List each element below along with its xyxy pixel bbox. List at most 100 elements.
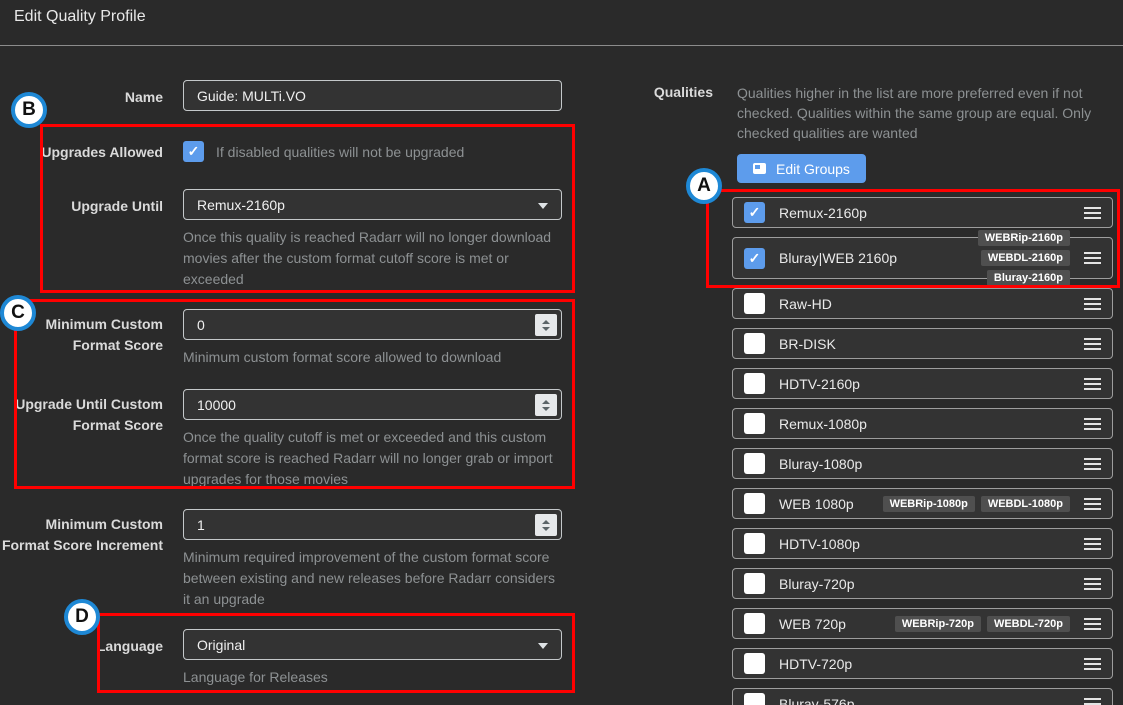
- min-increment-help: Minimum required improvement of the cust…: [183, 549, 555, 607]
- quality-checkbox[interactable]: [744, 333, 765, 354]
- quality-checkbox[interactable]: [744, 373, 765, 394]
- quality-list-item: BR-DISK: [732, 328, 1113, 359]
- until-format-score-input[interactable]: [183, 389, 562, 420]
- spinner-down-icon[interactable]: [542, 526, 550, 531]
- quality-badges: WEBRip-1080p WEBDL-1080p: [882, 495, 1070, 512]
- quality-badge: WEBRip-2160p: [977, 230, 1070, 246]
- quality-name: Bluray-720p: [779, 575, 855, 592]
- spinner-up-icon[interactable]: [542, 519, 550, 524]
- quality-name: Bluray-1080p: [779, 455, 863, 472]
- annotation-label-a: A: [686, 168, 722, 204]
- quality-name: WEB 720p: [779, 615, 846, 632]
- quality-checkbox[interactable]: ✓: [744, 247, 765, 269]
- quality-name: Remux-2160p: [779, 204, 867, 221]
- form-row-upgrade-until: Upgrade Until Remux-2160p Once this qual…: [0, 189, 562, 290]
- min-format-score-help: Minimum custom format score allowed to d…: [183, 349, 502, 365]
- upgrade-until-help: Once this quality is reached Radarr will…: [183, 229, 552, 287]
- quality-checkbox[interactable]: [744, 653, 765, 674]
- quality-name: HDTV-720p: [779, 655, 853, 672]
- quality-list-item: ✓ Bluray|WEB 2160p WEBRip-2160p WEBDL-216…: [732, 230, 1113, 286]
- form-row-min-increment: Minimum Custom Format Score Increment Mi…: [0, 509, 562, 610]
- dialog-title: Edit Quality Profile: [14, 8, 146, 25]
- quality-name: WEB 1080p: [779, 495, 854, 512]
- quality-badge: WEBDL-2160p: [980, 250, 1070, 266]
- number-spinner[interactable]: [535, 314, 557, 336]
- quality-list: ✓ Remux-2160p ✓ Bluray|WEB 2160p WEBRip-…: [732, 197, 1113, 705]
- drag-handle-icon[interactable]: [1084, 495, 1101, 513]
- chevron-down-icon: [538, 203, 548, 209]
- quality-list-item: WEB 720p WEBRip-720p WEBDL-720p: [732, 608, 1113, 639]
- qualities-help: Qualities higher in the list are more pr…: [737, 85, 1092, 141]
- drag-handle-icon[interactable]: [1084, 655, 1101, 673]
- quality-list-item: Remux-1080p: [732, 408, 1113, 439]
- form-row-until-format-score: Upgrade Until Custom Format Score Once t…: [0, 389, 562, 490]
- quality-name: Raw-HD: [779, 295, 832, 312]
- quality-list-item: HDTV-1080p: [732, 528, 1113, 559]
- language-value: Original: [197, 636, 246, 653]
- edit-groups-button[interactable]: Edit Groups: [737, 154, 866, 183]
- quality-list-item: HDTV-720p: [732, 648, 1113, 679]
- upgrades-allowed-help: If disabled qualities will not be upgrad…: [216, 144, 465, 160]
- quality-badge: WEBRip-720p: [894, 615, 981, 632]
- quality-checkbox[interactable]: [744, 293, 765, 314]
- min-format-score-input[interactable]: [183, 309, 562, 340]
- quality-name: Bluray-576p: [779, 695, 855, 705]
- check-icon: ✓: [187, 143, 200, 159]
- quality-checkbox[interactable]: [744, 613, 765, 634]
- quality-checkbox[interactable]: ✓: [744, 202, 765, 223]
- drag-handle-icon[interactable]: [1084, 295, 1101, 313]
- quality-badge: WEBDL-720p: [986, 615, 1070, 632]
- form-row-min-format-score: Minimum Custom Format Score Minimum cust…: [0, 309, 562, 368]
- quality-list-item: Bluray-576p: [732, 688, 1113, 705]
- number-spinner[interactable]: [535, 514, 557, 536]
- language-select[interactable]: Original: [183, 629, 562, 660]
- quality-list-item: WEB 1080p WEBRip-1080p WEBDL-1080p: [732, 488, 1113, 519]
- name-label: Name: [124, 89, 163, 105]
- min-format-score-label: Minimum Custom Format Score: [45, 316, 163, 353]
- quality-list-item: Bluray-1080p: [732, 448, 1113, 479]
- upgrade-until-label: Upgrade Until: [71, 198, 163, 214]
- quality-badge: Bluray-2160p: [986, 270, 1070, 286]
- spinner-up-icon[interactable]: [542, 399, 550, 404]
- upgrade-until-select[interactable]: Remux-2160p: [183, 189, 562, 220]
- quality-checkbox[interactable]: [744, 693, 765, 705]
- quality-badge: WEBDL-1080p: [980, 495, 1070, 512]
- drag-handle-icon[interactable]: [1084, 535, 1101, 553]
- quality-checkbox[interactable]: [744, 573, 765, 594]
- drag-handle-icon[interactable]: [1084, 375, 1101, 393]
- edit-groups-label: Edit Groups: [776, 160, 850, 177]
- drag-handle-icon[interactable]: [1084, 695, 1101, 705]
- drag-handle-icon[interactable]: [1084, 455, 1101, 473]
- spinner-down-icon[interactable]: [542, 406, 550, 411]
- drag-handle-icon[interactable]: [1084, 415, 1101, 433]
- qualities-label: Qualities: [653, 84, 713, 100]
- upgrades-allowed-checkbox[interactable]: ✓: [183, 141, 204, 162]
- dialog-header: Edit Quality Profile: [0, 0, 1123, 46]
- quality-list-item: ✓ Remux-2160p: [732, 197, 1113, 228]
- object-group-icon: [753, 163, 766, 174]
- quality-checkbox[interactable]: [744, 413, 765, 434]
- drag-handle-icon[interactable]: [1084, 335, 1101, 353]
- quality-checkbox[interactable]: [744, 493, 765, 514]
- form-row-name: Name: [0, 80, 562, 111]
- min-increment-label: Minimum Custom Format Score Increment: [1, 516, 163, 553]
- spinner-down-icon[interactable]: [542, 326, 550, 331]
- quality-badges: WEBRip-720p WEBDL-720p: [894, 615, 1070, 632]
- quality-name: BR-DISK: [779, 335, 836, 352]
- drag-handle-icon[interactable]: [1084, 575, 1101, 593]
- drag-handle-icon[interactable]: [1084, 615, 1101, 633]
- name-input[interactable]: [183, 80, 562, 111]
- quality-name: Bluray|WEB 2160p: [779, 250, 898, 266]
- min-increment-input[interactable]: [183, 509, 562, 540]
- quality-checkbox[interactable]: [744, 453, 765, 474]
- quality-name: Remux-1080p: [779, 415, 867, 432]
- quality-list-item: Raw-HD: [732, 288, 1113, 319]
- drag-handle-icon[interactable]: [1084, 204, 1101, 222]
- drag-handle-icon[interactable]: [1084, 249, 1101, 267]
- quality-checkbox[interactable]: [744, 533, 765, 554]
- upgrades-allowed-label: Upgrades Allowed: [41, 144, 163, 160]
- spinner-up-icon[interactable]: [542, 319, 550, 324]
- number-spinner[interactable]: [535, 394, 557, 416]
- quality-name: HDTV-1080p: [779, 535, 860, 552]
- language-help: Language for Releases: [183, 669, 328, 685]
